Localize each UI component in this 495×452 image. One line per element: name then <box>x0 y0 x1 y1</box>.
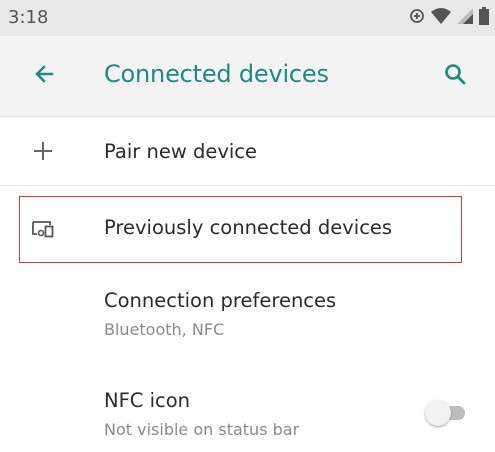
app-bar: Connected devices <box>0 36 495 116</box>
settings-screen: 3:18 Connected devices Pair new device P… <box>0 0 495 452</box>
status-bar: 3:18 <box>0 0 495 36</box>
item-title: NFC icon <box>104 389 191 412</box>
status-time: 3:18 <box>8 7 49 28</box>
search-button[interactable] <box>437 58 473 94</box>
back-button[interactable] <box>26 58 62 94</box>
toggle-thumb <box>425 400 451 426</box>
signal-icon <box>457 8 473 28</box>
status-icons <box>409 6 489 30</box>
devices-icon <box>26 212 60 246</box>
section-divider <box>0 185 495 186</box>
data-saver-icon <box>409 8 425 28</box>
item-subtitle: Bluetooth, NFC <box>104 320 225 339</box>
item-subtitle: Not visible on status bar <box>104 420 300 439</box>
list-item-pair-new-device[interactable]: Pair new device <box>0 117 495 185</box>
wifi-icon <box>431 8 451 28</box>
item-title: Connection preferences <box>104 289 337 312</box>
search-icon <box>443 62 467 90</box>
battery-icon <box>479 7 489 29</box>
nfc-icon-toggle[interactable] <box>425 398 467 428</box>
item-title: Pair new device <box>104 140 258 163</box>
item-title: Previously connected devices <box>104 216 393 239</box>
list-item-nfc-icon[interactable]: NFC icon Not visible on status bar <box>0 372 495 452</box>
page-title: Connected devices <box>104 60 329 88</box>
plus-icon <box>26 134 60 168</box>
list-item-connection-preferences[interactable]: Connection preferences Bluetooth, NFC <box>0 272 495 360</box>
list-item-previously-connected-devices[interactable]: Previously connected devices <box>0 196 495 263</box>
arrow-back-icon <box>32 62 56 90</box>
